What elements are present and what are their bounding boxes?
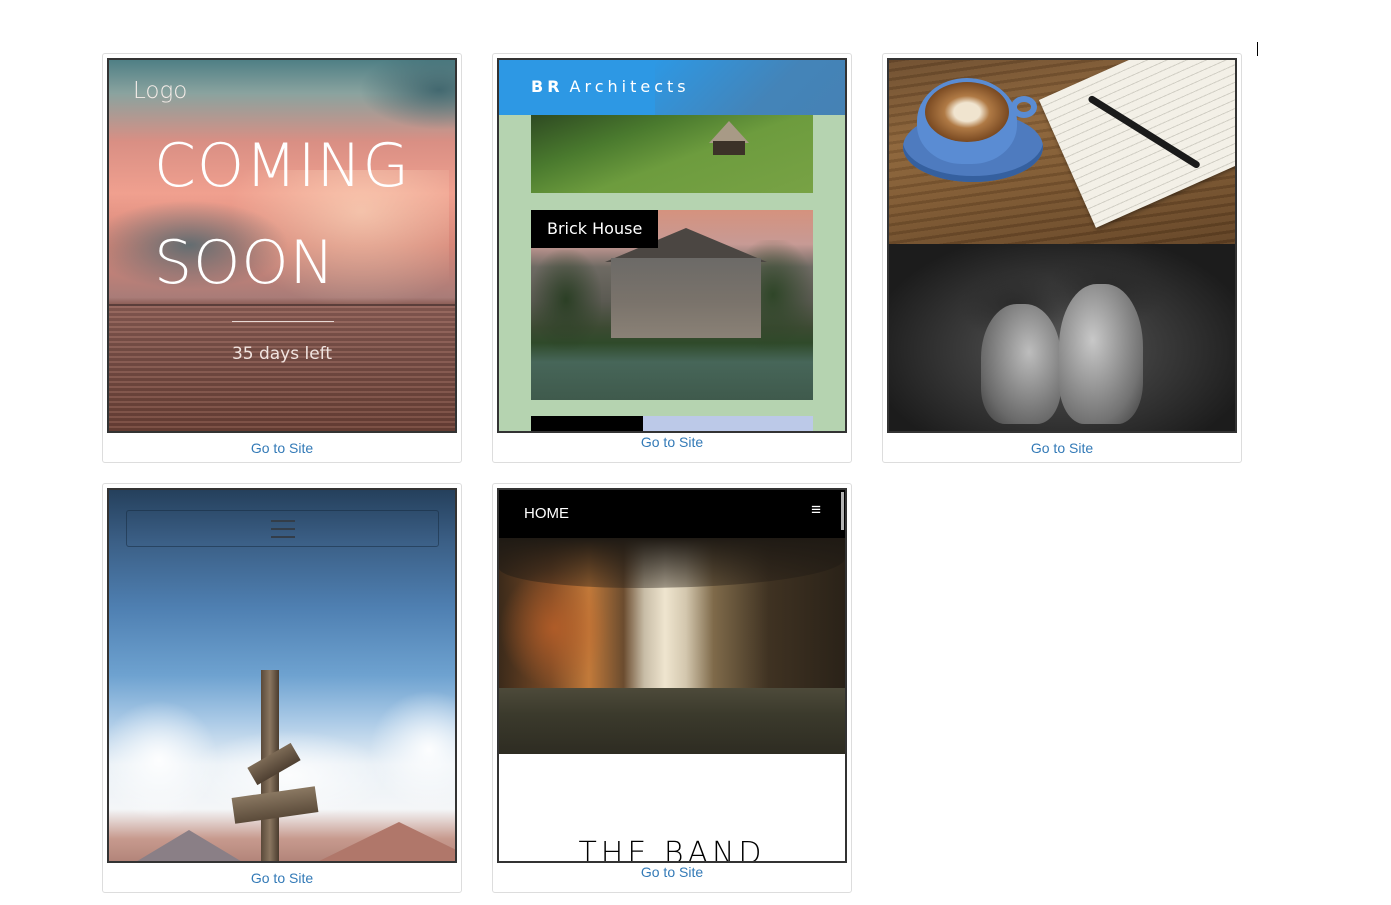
waterfall-image	[499, 538, 845, 754]
go-to-site-link[interactable]: Go to Site	[493, 434, 851, 450]
text-cursor	[1257, 42, 1258, 56]
coming-title: COMING	[154, 131, 410, 201]
countdown-text: 35 days left	[231, 344, 333, 364]
preview-architects: Brick House BR Architects	[497, 58, 847, 433]
go-to-site-link[interactable]: Go to Site	[883, 440, 1241, 456]
brand-name[interactable]: BR Architects	[531, 77, 690, 96]
go-to-site-link[interactable]: Go to Site	[103, 870, 461, 886]
template-card-coffee: Go to Site	[882, 53, 1242, 463]
project-label: Brick House	[531, 210, 659, 248]
hamburger-icon[interactable]	[271, 520, 295, 538]
template-card-coming-soon: Logo COMING SOON 35 days left Go to Site	[102, 53, 462, 463]
template-card-architects: Brick House BR Architects Go to Site	[492, 53, 852, 463]
go-to-site-link[interactable]: Go to Site	[103, 440, 461, 456]
scrollbar[interactable]	[841, 492, 844, 530]
go-to-site-link[interactable]: Go to Site	[493, 864, 851, 880]
logo-text: Logo	[133, 78, 188, 104]
coffee-notebook-image	[889, 60, 1235, 244]
couple-portrait-image	[889, 244, 1235, 431]
menu-icon[interactable]: ≡	[811, 500, 821, 520]
soon-title: SOON	[154, 228, 336, 298]
preview-coming-soon: Logo COMING SOON 35 days left	[107, 58, 457, 433]
brand-bold: BR	[531, 77, 564, 96]
preview-band: HOME ≡ THE BAND	[497, 488, 847, 863]
band-title: THE BAND	[578, 836, 766, 863]
brand-rest: Architects	[569, 77, 690, 96]
divider	[232, 321, 334, 322]
nav-home-link[interactable]: HOME	[524, 505, 569, 522]
template-card-summit: Go to Site	[102, 483, 462, 893]
preview-coffee	[887, 58, 1237, 433]
green-hill-image	[531, 115, 813, 193]
top-navbar: BR Architects	[499, 60, 845, 115]
template-card-band: HOME ≡ THE BAND Go to Site	[492, 483, 852, 893]
top-navbar: HOME ≡	[499, 490, 845, 538]
next-project-image	[531, 416, 813, 431]
preview-summit	[107, 488, 457, 863]
